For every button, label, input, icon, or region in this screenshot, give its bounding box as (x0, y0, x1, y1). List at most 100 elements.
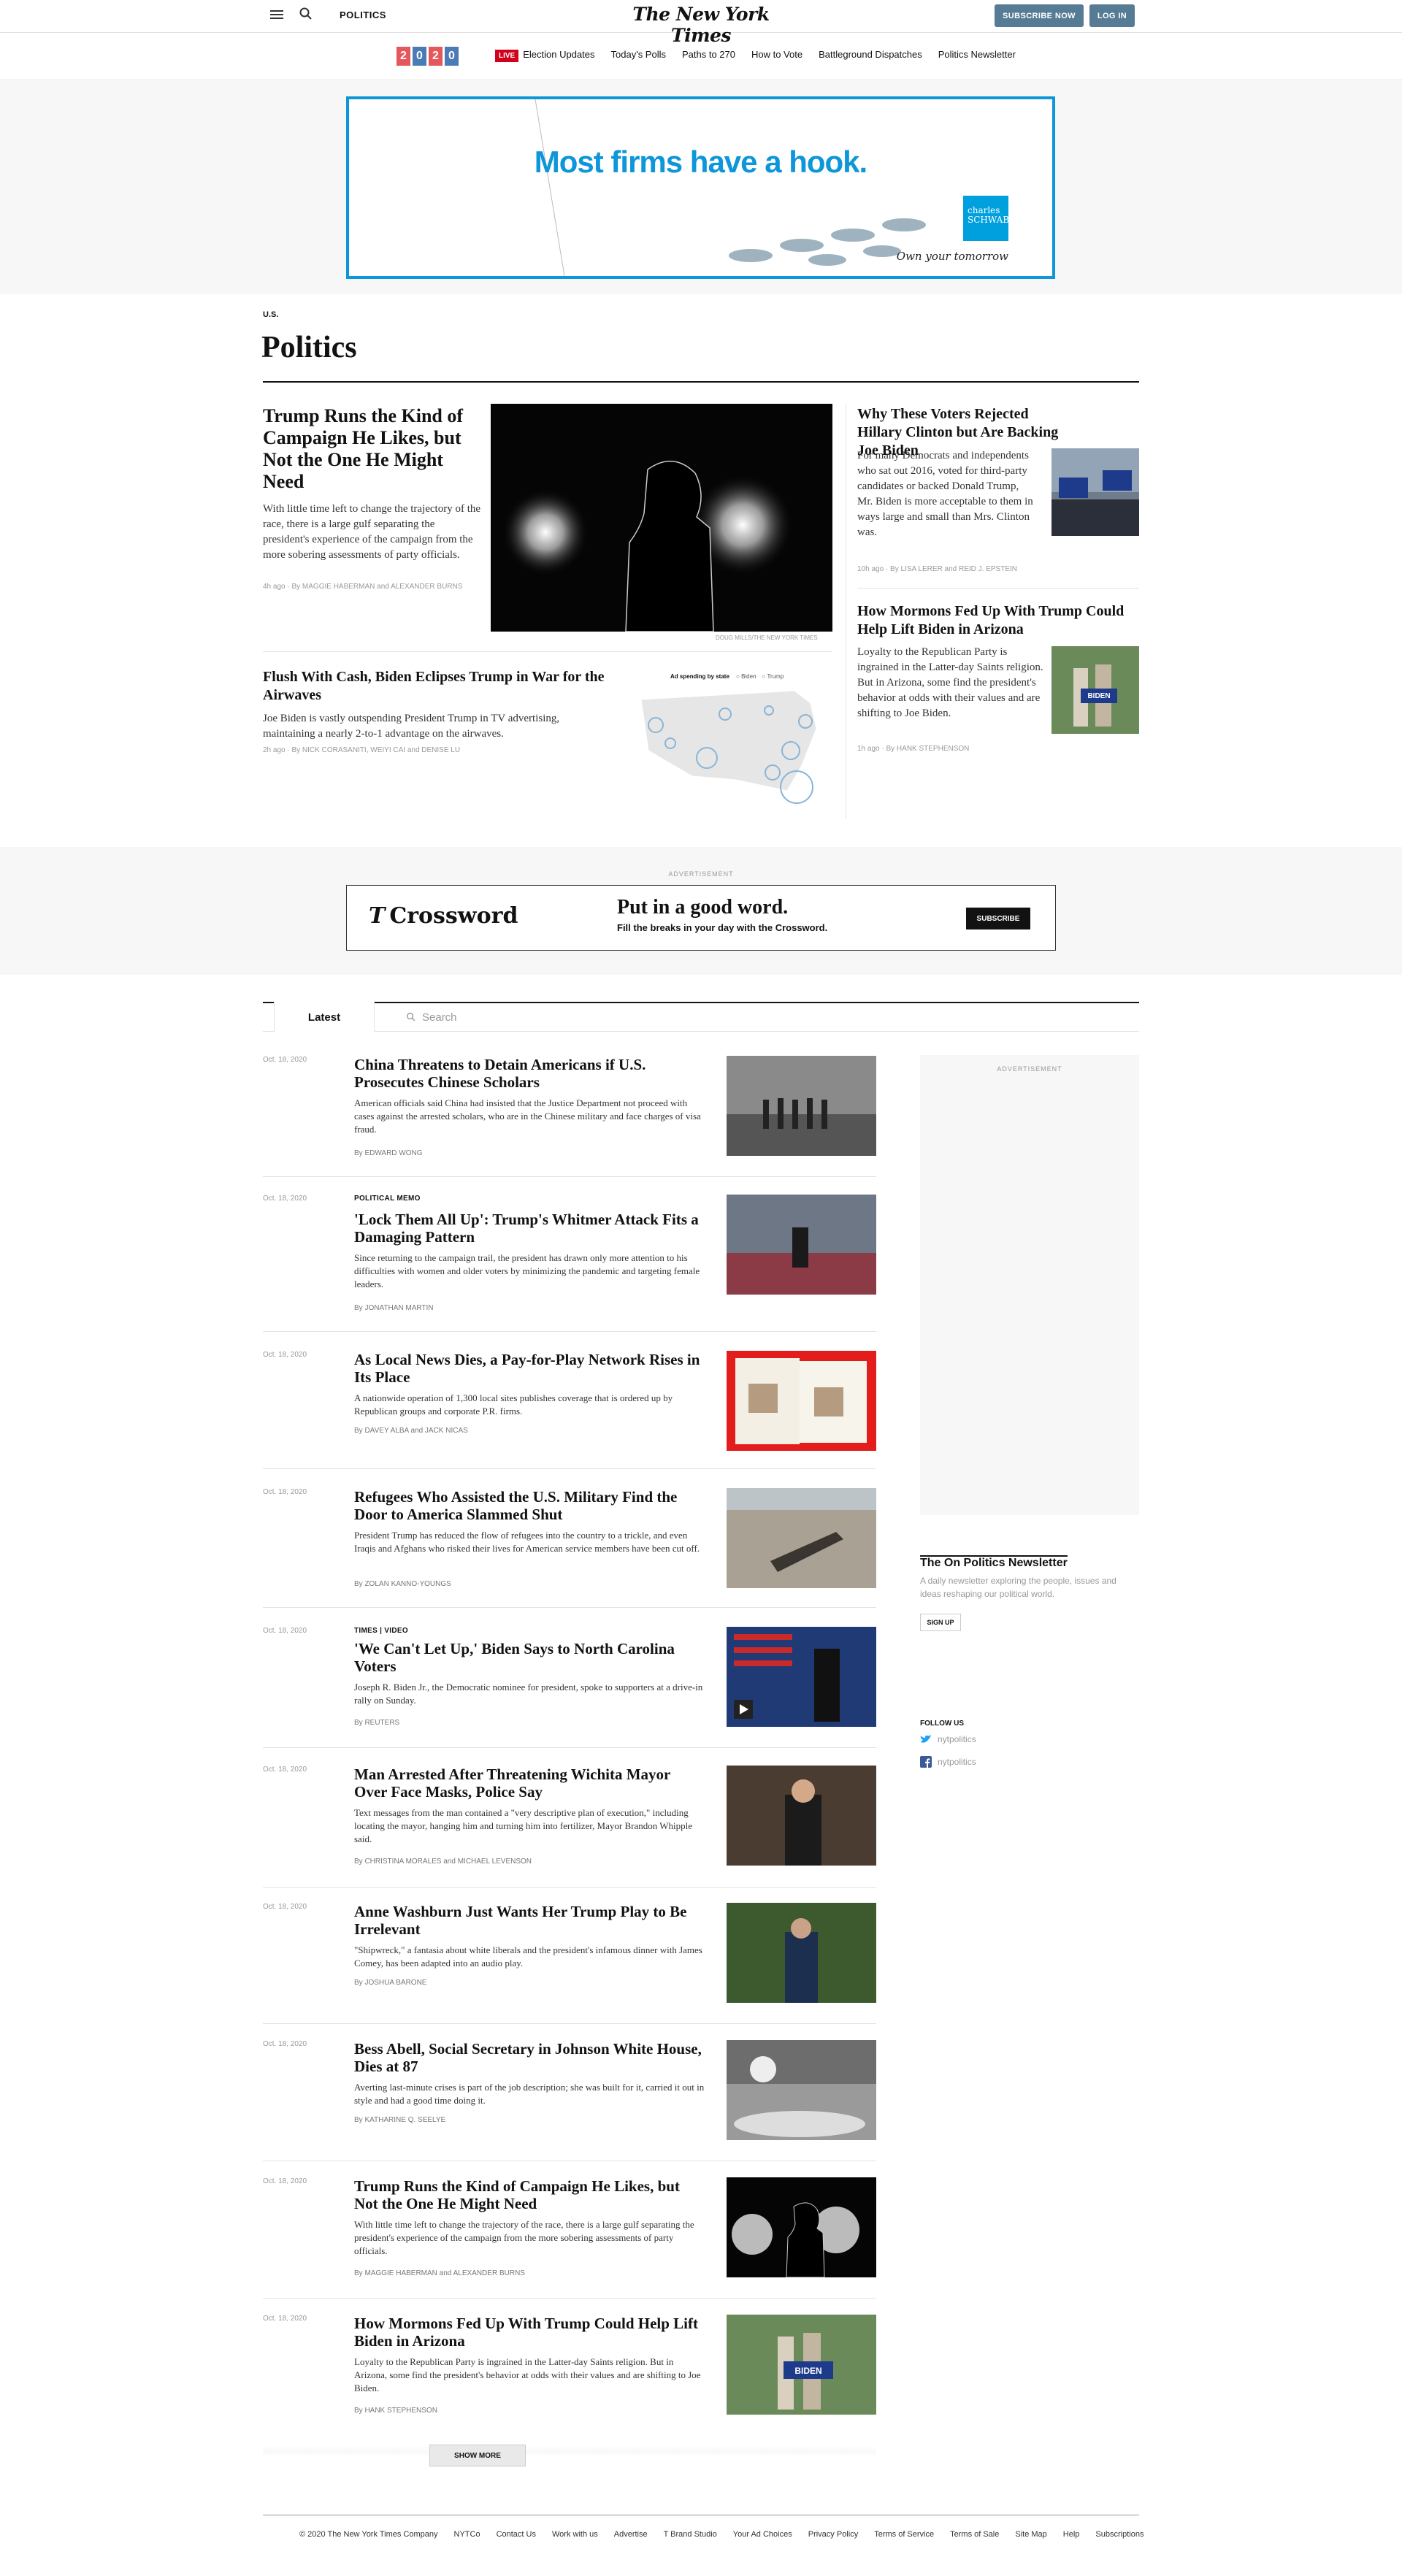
second-story-meta: 2h ago · By NICK CORASANITI, WEIYI CAI a… (263, 746, 461, 754)
svg-text:BIDEN: BIDEN (794, 2366, 821, 2376)
list-item[interactable]: Oct. 18, 2020 Refugees Who Assisted the … (263, 1488, 876, 1608)
nav-item-paths-to-270[interactable]: Paths to 270 (682, 49, 735, 60)
story-summary: Loyalty to the Republican Party is ingra… (354, 2356, 701, 2393)
story-kicker: POLITICAL MEMO (354, 1195, 421, 1203)
footer-link-privacy[interactable]: Privacy Policy (808, 2530, 858, 2539)
list-item[interactable]: Oct. 18, 2020 Man Arrested After Threate… (263, 1766, 876, 1888)
story-headline[interactable]: China Threatens to Detain Americans if U… (354, 1056, 705, 1091)
section-kicker[interactable]: U.S. (263, 310, 278, 319)
story-photo[interactable]: BIDEN (727, 2315, 876, 2415)
story-photo[interactable] (727, 1627, 876, 1727)
story-headline[interactable]: 'We Can't Let Up,' Biden Says to North C… (354, 1640, 705, 1675)
story-photo[interactable] (727, 2177, 876, 2277)
story-photo[interactable] (727, 1488, 876, 1588)
divider (263, 1002, 1139, 1003)
footer-link-tosale[interactable]: Terms of Sale (950, 2530, 999, 2539)
footer-link-nytco[interactable]: NYTCo (454, 2530, 480, 2539)
story-headline[interactable]: Man Arrested After Threatening Wichita M… (354, 1766, 705, 1801)
footer-link-work[interactable]: Work with us (552, 2530, 598, 2539)
right-story-1-summary: For many Democrats and independents who … (857, 450, 1033, 538)
divider (263, 381, 1139, 383)
silhouette-image (502, 460, 794, 632)
right-story-2-photo[interactable]: BIDEN (1052, 646, 1139, 734)
footer-link-adchoices[interactable]: Your Ad Choices (733, 2530, 792, 2539)
lead-story-headline[interactable]: Trump Runs the Kind of Campaign He Likes… (263, 405, 482, 493)
page-title: Politics (261, 331, 357, 364)
footer-link-tos[interactable]: Terms of Service (874, 2530, 934, 2539)
story-headline[interactable]: How Mormons Fed Up With Trump Could Help… (354, 2315, 705, 2350)
story-date: Oct. 18, 2020 (263, 1903, 307, 1911)
story-summary: A nationwide operation of 1,300 local si… (354, 1392, 673, 1417)
search-icon[interactable] (299, 7, 313, 21)
search-placeholder: Search (422, 1011, 457, 1024)
right-story-1-photo[interactable] (1052, 448, 1139, 536)
ad-subscribe-button[interactable]: SUBSCRIBE (966, 908, 1030, 929)
ad-spending-map[interactable]: Ad spending by state ○ Biden ○ Trump (627, 670, 832, 805)
divider (263, 651, 832, 652)
nav-item-how-to-vote[interactable]: How to Vote (751, 49, 802, 60)
story-byline: By DAVEY ALBA and JACK NICAS (354, 1427, 468, 1435)
list-item[interactable]: Oct. 18, 2020 Trump Runs the Kind of Cam… (263, 2177, 876, 2299)
nav-item-todays-polls[interactable]: Today's Polls (611, 49, 666, 60)
follow-us-label: FOLLOW US (920, 1720, 964, 1728)
legend-trump: ○ Trump (762, 673, 784, 680)
sidebar-ad[interactable]: ADVERTISEMENT (920, 1055, 1139, 1515)
nav-item-politics-newsletter[interactable]: Politics Newsletter (938, 49, 1016, 60)
footer-link-help[interactable]: Help (1063, 2530, 1080, 2539)
story-byline: By REUTERS (354, 1719, 400, 1727)
facebook-link[interactable]: nytpolitics (920, 1756, 976, 1768)
crossword-ad[interactable]: T Crossword Put in a good word. Fill the … (346, 885, 1056, 951)
nav-item-election-updates[interactable]: LIVE Election Updates (495, 49, 595, 62)
section-name-link[interactable]: POLITICS (340, 9, 386, 20)
story-byline: By JONATHAN MARTIN (354, 1304, 434, 1312)
story-photo[interactable] (727, 2040, 876, 2140)
story-headline[interactable]: Anne Washburn Just Wants Her Trump Play … (354, 1903, 705, 1938)
ad-headline: Put in a good word. (617, 896, 789, 919)
story-photo[interactable] (727, 1056, 876, 1156)
footer-link-advertise[interactable]: Advertise (614, 2530, 648, 2539)
story-headline[interactable]: Bess Abell, Social Secretary in Johnson … (354, 2040, 705, 2075)
twitter-link[interactable]: nytpolitics (920, 1734, 976, 1744)
story-headline[interactable]: 'Lock Them All Up': Trump's Whitmer Atta… (354, 1211, 705, 1246)
footer-link-sitemap[interactable]: Site Map (1015, 2530, 1046, 2539)
newsletter-title[interactable]: The On Politics Newsletter (920, 1555, 1068, 1570)
lead-story-summary: With little time left to change the traj… (263, 503, 481, 561)
list-item[interactable]: Oct. 18, 2020 Bess Abell, Social Secreta… (263, 2040, 876, 2161)
right-story-2-headline[interactable]: How Mormons Fed Up With Trump Could Help… (857, 602, 1135, 639)
second-story-headline[interactable]: Flush With Cash, Biden Eclipses Trump in… (263, 668, 613, 705)
tab-latest[interactable]: Latest (274, 1000, 375, 1032)
story-headline[interactable]: Refugees Who Assisted the U.S. Military … (354, 1488, 705, 1523)
newsletter-description: A daily newsletter exploring the people,… (920, 1576, 1116, 1599)
story-photo[interactable] (727, 1351, 876, 1451)
list-item[interactable]: Oct. 18, 2020 POLITICAL MEMO 'Lock Them … (263, 1195, 876, 1332)
story-photo[interactable] (727, 1766, 876, 1866)
lead-story-photo[interactable] (491, 404, 832, 632)
footer: © 2020 The New York Times Company NYTCo … (299, 2530, 1144, 2539)
footer-link-subscriptions[interactable]: Subscriptions (1095, 2530, 1144, 2539)
story-summary: Since returning to the campaign trail, t… (354, 1252, 700, 1289)
map-title: Ad spending by state (670, 673, 729, 680)
list-item[interactable]: Oct. 18, 2020 China Threatens to Detain … (263, 1056, 876, 1177)
facebook-icon (920, 1756, 932, 1768)
search-input[interactable]: Search (406, 1008, 625, 1027)
story-photo[interactable] (727, 1195, 876, 1295)
newsletter-signup-button[interactable]: SIGN UP (920, 1614, 961, 1631)
footer-link-contact[interactable]: Contact Us (497, 2530, 536, 2539)
ad-label: ADVERTISEMENT (997, 1065, 1062, 1073)
list-item[interactable]: Oct. 18, 2020 As Local News Dies, a Pay-… (263, 1351, 876, 1469)
list-item[interactable]: Oct. 18, 2020 TIMES | VIDEO 'We Can't Le… (263, 1627, 876, 1748)
story-headline[interactable]: Trump Runs the Kind of Campaign He Likes… (354, 2177, 705, 2212)
login-button[interactable]: LOG IN (1089, 4, 1135, 27)
list-item[interactable]: Oct. 18, 2020 How Mormons Fed Up With Tr… (263, 2315, 876, 2431)
show-more-button[interactable]: SHOW MORE (429, 2445, 526, 2466)
schwab-ad[interactable]: Most firms have a hook. charles SCHWAB O… (346, 96, 1055, 279)
story-byline: By CHRISTINA MORALES and MICHAEL LEVENSO… (354, 1858, 532, 1866)
story-photo[interactable] (727, 1903, 876, 2003)
election-2020-badge[interactable]: 2 0 2 0 (397, 47, 459, 66)
list-item[interactable]: Oct. 18, 2020 Anne Washburn Just Wants H… (263, 1903, 876, 2024)
menu-icon[interactable] (270, 8, 283, 21)
subscribe-button[interactable]: SUBSCRIBE NOW (995, 4, 1084, 27)
footer-link-tbrand[interactable]: T Brand Studio (664, 2530, 717, 2539)
nav-item-battleground-dispatches[interactable]: Battleground Dispatches (819, 49, 922, 60)
story-headline[interactable]: As Local News Dies, a Pay-for-Play Netwo… (354, 1351, 705, 1386)
